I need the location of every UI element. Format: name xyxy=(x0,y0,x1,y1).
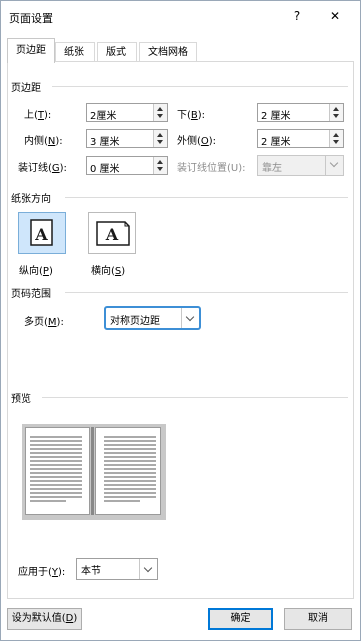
portrait-button[interactable]: A xyxy=(18,212,66,254)
apply-to-value: 本节 xyxy=(81,566,101,577)
top-margin-spinner[interactable]: 2厘米 xyxy=(86,103,168,122)
chevron-down-icon xyxy=(329,158,339,168)
gutter-value: 0 厘米 xyxy=(90,164,120,175)
inside-margin-spinner[interactable]: 3 厘米 xyxy=(86,129,168,148)
spinner-arrows[interactable] xyxy=(153,130,167,147)
set-default-button[interactable]: 设为默认值(D) xyxy=(7,608,82,630)
multiple-pages-value: 对称页边距 xyxy=(110,316,160,327)
inside-margin-value: 3 厘米 xyxy=(90,137,120,148)
ok-button[interactable]: 确定 xyxy=(208,608,273,630)
chevron-down-icon xyxy=(185,312,195,322)
top-margin-label: 上(T): xyxy=(24,110,52,121)
arrow-down-icon xyxy=(333,114,339,118)
dialog-title: 页面设置 xyxy=(9,12,53,25)
multiple-pages-select[interactable]: 对称页边距 xyxy=(104,306,201,330)
gutter-spinner[interactable]: 0 厘米 xyxy=(86,156,168,175)
preview-text-lines xyxy=(104,436,156,502)
outside-margin-value: 2 厘米 xyxy=(261,137,291,148)
preview-left-page xyxy=(25,427,90,515)
svg-text:A: A xyxy=(105,225,119,244)
bottom-margin-value: 2 厘米 xyxy=(261,111,291,122)
top-margin-value: 2厘米 xyxy=(90,111,117,122)
margins-group-title: 页边距 xyxy=(11,83,41,94)
divider xyxy=(52,86,348,87)
preview-text-lines xyxy=(30,436,82,502)
inside-margin-label: 内侧(N): xyxy=(24,136,63,147)
spinner-arrows[interactable] xyxy=(153,157,167,174)
outside-margin-spinner[interactable]: 2 厘米 xyxy=(257,129,344,148)
divider xyxy=(42,397,348,398)
preview-group-title: 预览 xyxy=(11,394,31,405)
tab-doc-grid[interactable]: 文档网格 xyxy=(139,42,197,62)
spinner-arrows[interactable] xyxy=(153,104,167,121)
svg-text:A: A xyxy=(34,225,48,244)
landscape-button[interactable]: A xyxy=(88,212,136,254)
arrow-up-icon xyxy=(333,133,339,137)
gutter-label: 装订线(G): xyxy=(18,163,67,174)
arrow-up-icon xyxy=(157,133,163,137)
help-button[interactable]: ? xyxy=(285,6,309,26)
portrait-label[interactable]: 纵向(P) xyxy=(19,262,53,277)
title-bar: 页面设置 ? ✕ xyxy=(1,1,360,31)
bottom-margin-spinner[interactable]: 2 厘米 xyxy=(257,103,344,122)
landscape-label[interactable]: 横向(S) xyxy=(91,262,125,277)
apply-to-label: 应用于(Y): xyxy=(18,567,66,578)
portrait-page-icon: A xyxy=(30,219,53,246)
preview-gutter xyxy=(91,427,94,515)
outside-margin-label: 外侧(O): xyxy=(177,136,217,147)
arrow-down-icon xyxy=(157,114,163,118)
tab-margins[interactable]: 页边距 xyxy=(7,38,55,63)
gutter-position-select[interactable]: 靠左 xyxy=(257,155,344,176)
arrow-down-icon xyxy=(157,140,163,144)
cancel-button[interactable]: 取消 xyxy=(284,608,352,630)
arrow-up-icon xyxy=(157,160,163,164)
divider xyxy=(65,197,348,198)
orientation-group-title: 纸张方向 xyxy=(11,194,51,205)
arrow-down-icon xyxy=(333,140,339,144)
arrow-up-icon xyxy=(333,107,339,111)
divider xyxy=(65,292,348,293)
tab-paper[interactable]: 纸张 xyxy=(55,42,95,62)
arrow-down-icon xyxy=(157,167,163,171)
close-button[interactable]: ✕ xyxy=(323,6,347,26)
spinner-arrows[interactable] xyxy=(329,130,343,147)
gutter-position-label: 装订线位置(U): xyxy=(177,163,246,174)
bottom-margin-label: 下(B): xyxy=(177,110,206,121)
tab-layout[interactable]: 版式 xyxy=(97,42,137,62)
multiple-pages-label: 多页(M): xyxy=(24,317,64,328)
chevron-down-icon xyxy=(143,563,153,573)
gutter-position-value: 靠左 xyxy=(262,163,282,174)
pages-group-title: 页码范围 xyxy=(11,289,51,300)
preview-right-page xyxy=(95,427,161,515)
apply-to-select[interactable]: 本节 xyxy=(76,558,158,580)
preview-area xyxy=(22,424,166,520)
spinner-arrows[interactable] xyxy=(329,104,343,121)
arrow-up-icon xyxy=(157,107,163,111)
landscape-page-icon: A xyxy=(96,221,130,246)
